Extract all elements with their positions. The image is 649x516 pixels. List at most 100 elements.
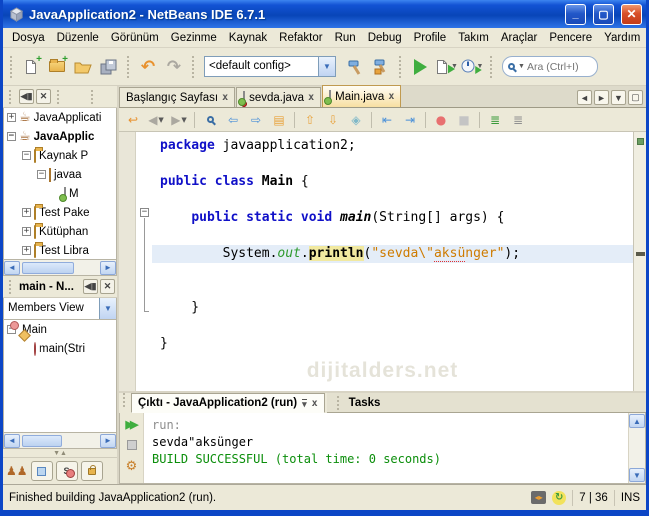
shift-line-left-button[interactable]: ⇤ [376,110,398,130]
code-line[interactable] [152,281,633,299]
menu-item-tak-m[interactable]: Takım [452,30,495,46]
navigator-hscrollbar[interactable]: ◄ ► [3,433,117,449]
menu-item-debug[interactable]: Debug [362,30,408,46]
undo-button[interactable]: ↶ [135,54,161,80]
expand-icon[interactable]: + [22,208,31,217]
toggle-highlight-button[interactable]: ▤ [268,110,290,130]
current-code-line[interactable]: System.out.println("sevda\"aksünger"); [152,245,633,263]
menu-item-yard-m[interactable]: Yardım [598,30,646,46]
close-icon[interactable]: x [222,92,228,103]
quick-search-box[interactable]: ▼ [502,56,598,77]
build-button[interactable] [342,54,368,80]
code-line[interactable]: } [152,299,633,317]
tree-item-m[interactable]: M [4,184,116,203]
rerun-icon[interactable]: ▶▶ [123,416,141,432]
menu-item-g-r-n-m[interactable]: Görünüm [105,30,165,46]
stop-macro-recording-button[interactable]: ■ [453,110,475,130]
back-button[interactable]: ◀ ▼ [145,110,167,130]
clean-build-button[interactable] [368,54,394,80]
search-input[interactable] [526,60,585,73]
minimize-window-icon[interactable]: ▾ [302,398,307,408]
close-icon[interactable]: x [312,398,318,409]
menu-item-run[interactable]: Run [329,30,362,46]
error-stripe[interactable] [633,132,646,391]
previous-occurrence-button[interactable]: ⇧ [299,110,321,130]
code-text-area[interactable]: package javaapplication2; public class Ma… [152,132,633,353]
code-line[interactable]: package javaapplication2; [152,137,633,155]
code-line[interactable] [152,317,633,335]
stop-icon[interactable] [123,437,141,453]
expand-icon[interactable]: + [7,113,16,122]
scroll-left-icon[interactable]: ◄ [4,433,20,448]
scroll-down-icon[interactable]: ▼ [629,468,645,482]
uncomment-button[interactable]: ≣ [507,110,529,130]
find-next-button[interactable]: ⇨ [245,110,267,130]
tree-item-main[interactable]: − Main [4,320,116,339]
maximize-button[interactable]: ▢ [593,3,614,25]
collapse-icon[interactable]: − [7,132,16,141]
code-line[interactable] [152,191,633,209]
collapse-icon[interactable]: − [37,170,46,179]
scroll-tabs-left-icon[interactable]: ◄ [577,90,592,105]
tree-item-main-stri[interactable]: main(Stri [4,339,116,358]
show-fields-filter[interactable] [30,461,53,481]
save-all-button[interactable] [96,54,122,80]
code-line[interactable] [152,155,633,173]
code-editor[interactable]: − package javaapplication2; public class … [119,132,646,391]
projects-tree[interactable]: + ☕ JavaApplicati − ☕ JavaApplic − Kaynak P − jav… [3,108,117,260]
find-previous-button[interactable]: ⇦ [222,110,244,130]
minimize-button[interactable]: _ [565,3,586,25]
tasks-tab[interactable]: Tasks [326,393,646,413]
menu-item-dosya[interactable]: Dosya [6,30,51,46]
scrollbar-thumb[interactable] [22,434,62,447]
maximize-window-icon[interactable]: ▢ [628,90,643,105]
close-icon[interactable]: ✕ [100,279,115,294]
tab-list-dropdown-icon[interactable]: ▼ [611,90,626,105]
members-view-dropdown[interactable]: Members View ▼ [3,298,117,320]
menu-item-d-zenle[interactable]: Düzenle [51,30,105,46]
close-icon[interactable]: ✕ [36,89,51,104]
close-icon[interactable]: x [388,91,394,102]
run-button[interactable] [407,54,433,80]
panel-splitter-handle[interactable]: ▼▲ [3,449,117,457]
collapse-icon[interactable]: − [22,151,31,160]
scrollbar-thumb[interactable] [22,261,74,274]
tree-item-javaapplic[interactable]: − ☕ JavaApplic [4,127,116,146]
find-selection-button[interactable] [199,110,221,130]
shift-line-right-button[interactable]: ⇥ [399,110,421,130]
current-line-indicator[interactable] [636,252,645,256]
menu-item-profile[interactable]: Profile [408,30,453,46]
menu-item-refaktor[interactable]: Refaktor [273,30,328,46]
scroll-right-icon[interactable]: ► [100,260,116,275]
output-text-area[interactable]: run: sevda"aksünger BUILD SUCCESSFUL (tota… [144,413,628,483]
debug-button[interactable]: ▼ [433,54,459,80]
collapse-window-icon[interactable]: ◀▮ [19,89,34,104]
tree-item-javaa[interactable]: − javaa [4,165,116,184]
profile-button[interactable]: ▼ [459,54,485,80]
tree-item-k-t-phan[interactable]: + Kütüphan [4,222,116,241]
menu-item-ara-lar[interactable]: Araçlar [495,30,543,46]
show-non-public-filter[interactable] [80,461,103,481]
menu-item-pencere[interactable]: Pencere [543,30,598,46]
menu-item-gezinme[interactable]: Gezinme [165,30,223,46]
tree-item-test-libra[interactable]: + Test Libra [4,241,116,259]
collapse-window-icon[interactable]: ◀▮ [83,279,98,294]
navigator-tree[interactable]: − Main main(Stri [3,320,117,433]
projects-hscrollbar[interactable]: ◄ ► [3,260,117,276]
tab-sevda-java[interactable]: sevda.java x [236,87,322,107]
code-line[interactable] [152,263,633,281]
code-line[interactable]: public static void main(String[] args) { [152,209,633,227]
scroll-tabs-right-icon[interactable]: ► [594,90,609,105]
expand-icon[interactable]: + [22,227,31,236]
code-line[interactable]: } [152,335,633,353]
new-file-button[interactable]: + [18,54,44,80]
chevron-down-icon[interactable]: ▼ [318,57,335,76]
tree-item-javaapplicati[interactable]: + ☕ JavaApplicati [4,108,116,127]
comment-button[interactable]: ≣ [484,110,506,130]
code-line[interactable] [152,227,633,245]
close-icon[interactable]: x [308,92,314,103]
code-line[interactable]: public class Main { [152,173,633,191]
toggle-bookmark-button[interactable]: ◈ [345,110,367,130]
chevron-down-icon[interactable]: ▼ [99,298,116,319]
expand-icon[interactable]: + [22,246,31,255]
